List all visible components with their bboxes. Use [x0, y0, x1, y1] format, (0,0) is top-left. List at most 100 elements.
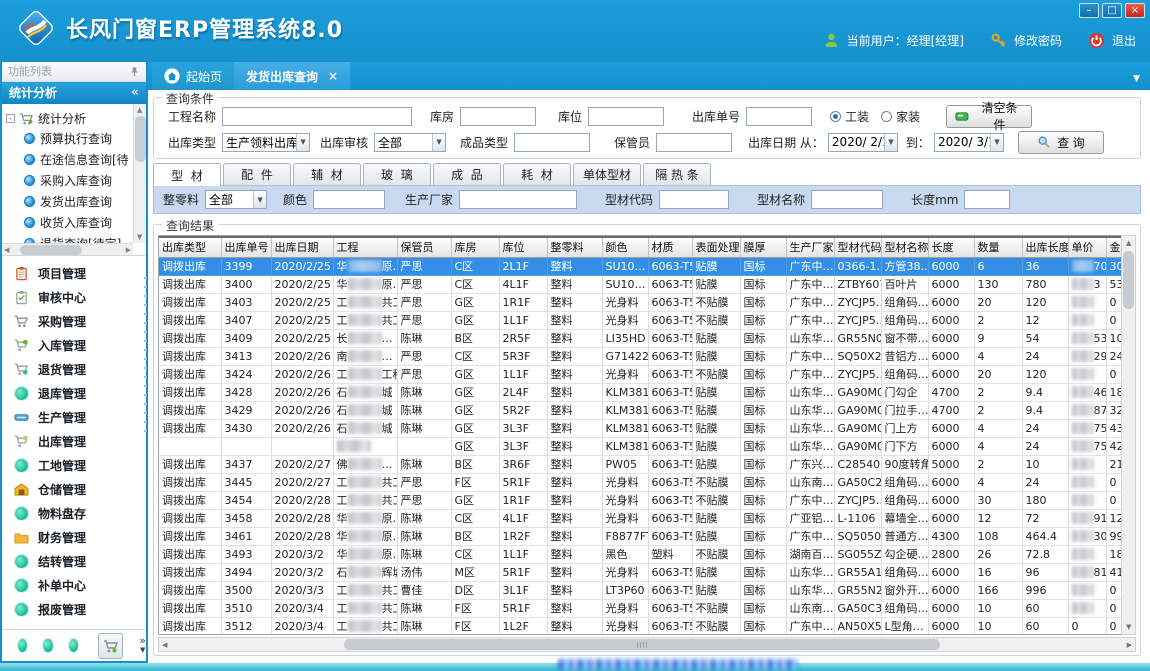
tree-vertical-scrollbar[interactable]: ▲ ▼	[133, 104, 146, 243]
col-header-7[interactable]: 整零料	[547, 237, 602, 257]
table-row[interactable]: 调拨出库35002020/3/3工共工程曹佳D区3L1F整料LT3P606063…	[159, 581, 1134, 599]
length-input[interactable]	[964, 190, 1010, 209]
sidebar-item-site[interactable]: 工地管理	[2, 453, 146, 477]
table-row[interactable]: 调拨出库34612020/2/28华原…陈琳B区1R2F整料F8877FT606…	[159, 527, 1134, 545]
sidebar-splitter[interactable]	[144, 277, 147, 437]
tab-home[interactable]: 起始页	[152, 62, 234, 90]
table-row[interactable]: 调拨出库35102020/3/4工共工程陈琳F区5R1F整料光身料6063-T5…	[159, 599, 1134, 617]
profile-name-input[interactable]	[811, 190, 883, 209]
whole-piece-select[interactable]: 全部▼	[205, 190, 267, 209]
scroll-down-icon[interactable]: ▼	[1126, 623, 1131, 631]
sidebar-item-production[interactable]: 生产管理	[2, 405, 146, 429]
collapse-icon[interactable]: «	[131, 82, 139, 104]
clear-conditions-button[interactable]: 清空条件	[946, 105, 1032, 128]
table-row[interactable]: 调拨出库34582020/2/28华原…陈琳C区4L1F整料光身料6063-T5…	[159, 509, 1134, 527]
scroll-up-icon[interactable]: ▲	[137, 106, 142, 114]
change-password-link[interactable]: 修改密码	[1014, 32, 1062, 49]
date-to-select[interactable]: 2020/ 3/16▼	[934, 133, 1004, 152]
maximize-button[interactable]: □	[1102, 3, 1122, 18]
tree-expander-icon[interactable]: -	[6, 114, 15, 123]
grid-horizontal-scrollbar[interactable]: ◀ ▶	[158, 637, 1136, 652]
material-tab-0[interactable]: 型 材	[153, 163, 221, 186]
material-tab-1[interactable]: 配 件	[223, 163, 291, 185]
table-row[interactable]: 调拨出库34372020/2/27佛…陈琳B区3R6F整料PW056063-T5…	[159, 455, 1134, 473]
scroll-up-icon[interactable]: ▲	[1126, 239, 1131, 247]
col-header-14[interactable]: 型材名称	[881, 237, 928, 257]
table-row[interactable]: 调拨出库34092020/2/25长…陈琳B区2R5F整料LI35HD6063-…	[159, 329, 1134, 347]
scrollbar-thumb[interactable]	[1123, 251, 1134, 309]
table-row[interactable]: 调拨出库34282020/2/26石城陈琳G区2L4F整料KLM38176063…	[159, 383, 1134, 401]
outbound-no-input[interactable]	[746, 107, 812, 126]
tree-root-statistics[interactable]: - 统计分析	[6, 108, 132, 128]
sidebar-item-inventory[interactable]: 物料盘存	[2, 501, 146, 525]
search-button[interactable]: 查 询	[1018, 131, 1104, 154]
scroll-down-icon[interactable]: ▼	[137, 233, 142, 241]
table-row[interactable]: 调拨出库34292020/2/26石城陈琳G区5R2F整料KLM38176063…	[159, 401, 1134, 419]
scroll-right-icon[interactable]: ▶	[1127, 641, 1132, 649]
tree-item-purchase-inbound-query[interactable]: 采购入库查询	[6, 170, 132, 191]
tab-close-icon[interactable]: ×	[328, 69, 338, 83]
sidebar-item-audit-center[interactable]: 审核中心	[2, 285, 146, 309]
table-row[interactable]: 调拨出库34452020/2/27工共工程严思F区5R1F整料光身料6063-T…	[159, 473, 1134, 491]
minimize-button[interactable]: –	[1079, 3, 1099, 18]
material-tab-3[interactable]: 玻 璃	[363, 163, 431, 185]
table-row[interactable]: 调拨出库33992020/2/25华原…严思C区2L1F整料SU10…6063-…	[159, 257, 1134, 275]
radio-engineering[interactable]: 工装	[830, 108, 869, 125]
col-header-12[interactable]: 生产厂家	[786, 237, 834, 257]
col-header-4[interactable]: 保管员	[397, 237, 451, 257]
product-type-input[interactable]	[514, 133, 590, 152]
tree-item-budget-exec-query[interactable]: 预算执行查询	[6, 128, 132, 149]
scroll-left-icon[interactable]: ◀	[162, 641, 167, 649]
col-header-3[interactable]: 工程	[333, 237, 397, 257]
table-row[interactable]: 调拨出库34542020/2/28工共工程严思G区1R1F整料光身料6063-T…	[159, 491, 1134, 509]
sidebar-item-warehouse[interactable]: 仓储管理	[2, 477, 146, 501]
scrollbar-thumb[interactable]	[135, 116, 146, 162]
table-row[interactable]: 调拨出库34002020/2/25华原…严思C区4L1F整料SU10…6063-…	[159, 275, 1134, 293]
project-name-input[interactable]	[222, 107, 412, 126]
col-header-1[interactable]: 出库单号	[221, 237, 271, 257]
overflow-button[interactable]: »▼	[139, 637, 146, 654]
sidebar-item-returns[interactable]: 退货管理	[2, 357, 146, 381]
module-dot-icon[interactable]	[43, 639, 52, 652]
table-row[interactable]: 调拨出库34932020/3/2华原…陈琳C区1L1F整料黑色塑料不贴膜国标湖南…	[159, 545, 1134, 563]
tree-item-return-query[interactable]: 退货查询[待定]	[6, 233, 132, 243]
col-header-2[interactable]: 出库日期	[271, 237, 333, 257]
col-header-18[interactable]: 单价	[1068, 237, 1106, 257]
tree-horizontal-scrollbar[interactable]: ◀ ▶	[2, 243, 133, 255]
scrollbar-thumb[interactable]	[344, 639, 939, 650]
grid-vertical-scrollbar[interactable]: ▲ ▼	[1121, 235, 1136, 635]
profile-code-input[interactable]	[659, 190, 729, 209]
table-row[interactable]: G区3L3F整料KLM38176063-T5贴膜国标山东华…GA90M09…门下…	[159, 437, 1134, 455]
table-row[interactable]: 调拨出库34302020/2/26石城陈琳G区3L3F整料KLM38176063…	[159, 419, 1134, 437]
scrollbar-thumb[interactable]	[20, 245, 82, 255]
tree-item-receipt-inbound-query[interactable]: 收货入库查询	[6, 212, 132, 233]
material-tab-6[interactable]: 单体型材	[573, 163, 641, 185]
outbound-type-select[interactable]: 生产领料出库▼	[222, 133, 310, 152]
material-tab-5[interactable]: 耗 材	[503, 163, 571, 185]
module-dot-icon[interactable]	[69, 639, 78, 652]
col-header-13[interactable]: 型材代码	[834, 237, 881, 257]
table-row[interactable]: 调拨出库34032020/2/25工共工程严思G区1R1F整料光身料6063-T…	[159, 293, 1134, 311]
col-header-6[interactable]: 库位	[499, 237, 547, 257]
col-header-0[interactable]: 出库类型	[159, 237, 221, 257]
module-dot-icon[interactable]	[18, 639, 27, 652]
scroll-left-icon[interactable]: ◀	[4, 246, 9, 254]
col-header-11[interactable]: 膜厚	[740, 237, 786, 257]
table-row[interactable]: 调拨出库35122020/3/4工共工程陈琳F区1L2F整料光身料6063-T5…	[159, 617, 1134, 635]
sidebar-item-purchase[interactable]: 采购管理	[2, 309, 146, 333]
tree-item-shipment-outbound-query[interactable]: 发货出库查询	[6, 191, 132, 212]
col-header-10[interactable]: 表面处理	[692, 237, 740, 257]
col-header-8[interactable]: 颜色	[602, 237, 648, 257]
section-bar-statistics[interactable]: 统计分析 «	[2, 82, 146, 104]
cart-module-button[interactable]	[98, 633, 123, 659]
color-input[interactable]	[313, 190, 385, 209]
close-button[interactable]: ×	[1125, 3, 1145, 18]
col-header-5[interactable]: 库房	[451, 237, 499, 257]
tab-list-dropdown-icon[interactable]: ▼	[1133, 74, 1140, 84]
date-from-select[interactable]: 2020/ 2/16▼	[828, 133, 898, 152]
table-row[interactable]: 调拨出库34942020/3/2石辉城汤伟M区5R1F整料光身料6063-T5贴…	[159, 563, 1134, 581]
location-input[interactable]	[588, 107, 664, 126]
sidebar-item-carryover[interactable]: 结转管理	[2, 549, 146, 573]
keeper-input[interactable]	[656, 133, 732, 152]
logout-link[interactable]: 退出	[1112, 32, 1136, 49]
